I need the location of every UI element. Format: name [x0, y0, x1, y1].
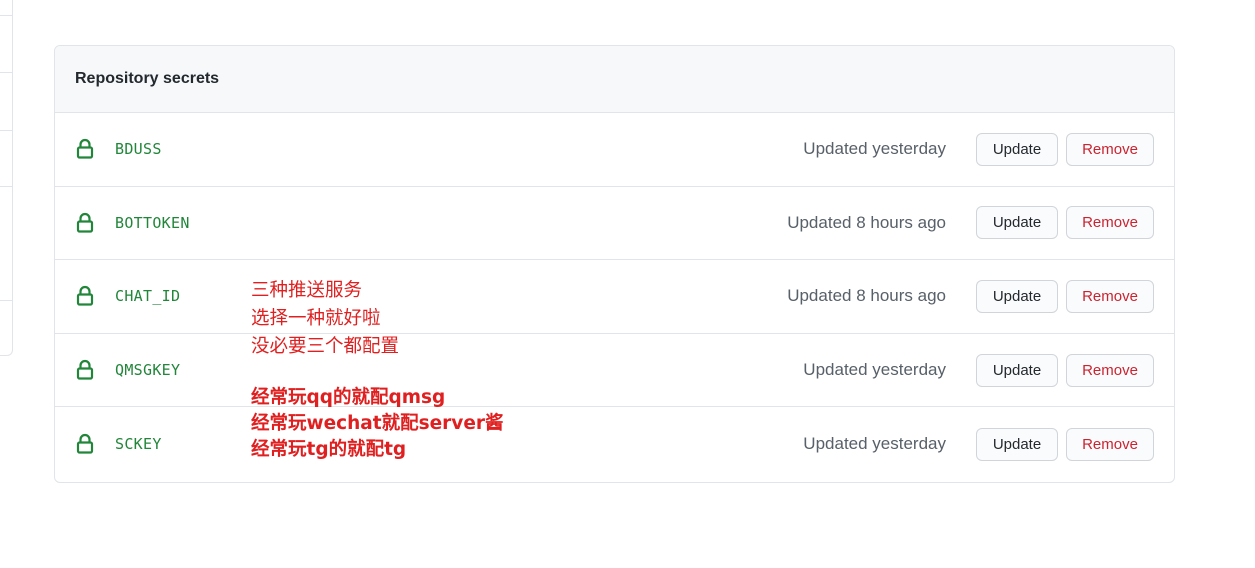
update-button[interactable]: Update: [976, 427, 1058, 461]
remove-button[interactable]: Remove: [1066, 353, 1154, 387]
secret-updated: Updated 8 hours ago: [787, 212, 946, 232]
red-annotation: 三种推送服务 选择一种就好啦 没必要三个都配置 经常玩qq的就配qmsg 经常玩…: [251, 277, 504, 463]
secret-row: BDUSS Updated yesterday Update Remove: [55, 113, 1174, 187]
update-button[interactable]: Update: [976, 132, 1058, 166]
lock-icon: [76, 139, 94, 159]
annotation-line: 没必要三个都配置: [251, 336, 400, 357]
nav-divider: [0, 130, 13, 131]
update-button[interactable]: Update: [976, 206, 1058, 240]
secret-name: CHAT_ID: [115, 287, 181, 306]
lock-icon: [76, 359, 94, 380]
annotation-line: 经常玩wechat就配server酱: [251, 413, 504, 434]
secret-updated: Updated yesterday: [803, 360, 946, 380]
nav-divider: [0, 186, 13, 187]
lock-icon: [76, 286, 94, 307]
lock-icon: [76, 434, 94, 454]
secret-updated: Updated yesterday: [803, 434, 946, 454]
update-button[interactable]: Update: [976, 353, 1058, 387]
annotation-gap: [251, 361, 504, 385]
secret-row: QMSGKEY Updated yesterday Update Remove: [55, 334, 1174, 408]
lock-icon: [76, 212, 94, 233]
secret-updated: Updated yesterday: [803, 139, 946, 159]
secret-name: QMSGKEY: [115, 361, 181, 380]
update-button[interactable]: Update: [976, 279, 1058, 313]
remove-button[interactable]: Remove: [1066, 427, 1154, 461]
secret-row: SCKEY Updated yesterday Update Remove: [55, 407, 1174, 481]
left-nav-edge: [0, 0, 13, 356]
panel-header: Repository secrets: [55, 46, 1174, 113]
annotation-line: 选择一种就好啦: [251, 308, 381, 329]
remove-button[interactable]: Remove: [1066, 132, 1154, 166]
remove-button[interactable]: Remove: [1066, 279, 1154, 313]
panel-title: Repository secrets: [75, 70, 220, 87]
secret-row: CHAT_ID Updated 8 hours ago Update Remov…: [55, 260, 1174, 334]
annotation-line: 经常玩qq的就配qmsg: [251, 387, 446, 408]
secret-name: BOTTOKEN: [115, 213, 190, 232]
annotation-line: 经常玩tg的就配tg: [251, 439, 407, 460]
secret-updated: Updated 8 hours ago: [787, 286, 946, 306]
annotation-line: 三种推送服务: [251, 280, 363, 301]
secret-row: BOTTOKEN Updated 8 hours ago Update Remo…: [55, 187, 1174, 261]
secret-name: BDUSS: [115, 140, 162, 159]
nav-divider: [0, 300, 13, 301]
nav-divider: [0, 72, 13, 73]
remove-button[interactable]: Remove: [1066, 206, 1154, 240]
repository-secrets-panel: Repository secrets BDUSS Updated yesterd…: [54, 45, 1175, 483]
secret-name: SCKEY: [115, 435, 162, 454]
nav-divider: [0, 15, 13, 16]
